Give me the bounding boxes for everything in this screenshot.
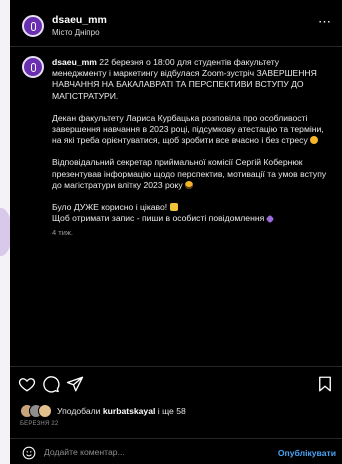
purple-heart-emoji-icon <box>265 214 274 224</box>
post-location[interactable]: Місто Дніпро <box>52 28 100 37</box>
caption-text-2: Декан факультету Лариса Курбацька розпов… <box>52 112 324 146</box>
likes-count[interactable]: і ще 58 <box>158 406 186 416</box>
comment-icon[interactable] <box>42 375 60 393</box>
likes-text[interactable]: Уподобали kurbatskayal і ще 58 <box>57 406 186 416</box>
microphone-icon <box>30 21 36 31</box>
publish-button[interactable]: Опублікувати <box>278 448 336 458</box>
caption-avatar[interactable] <box>22 56 44 78</box>
header-divider <box>10 46 342 47</box>
smile-emoji-icon <box>310 136 319 145</box>
time-ago[interactable]: 4 тиж. <box>52 227 334 238</box>
liker-username[interactable]: kurbatskayal <box>103 406 156 416</box>
caption-paragraph-2: Декан факультету Лариса Курбацька розпов… <box>52 113 334 147</box>
caption-paragraph-1: dsaeu_mm 22 березня о 18:00 для студенті… <box>52 57 334 102</box>
post-caption: dsaeu_mm 22 березня о 18:00 для студенті… <box>52 57 334 239</box>
raised-hands-emoji-icon <box>169 203 178 212</box>
likes-prefix: Уподобали <box>57 406 101 416</box>
bookmark-icon[interactable] <box>316 375 334 393</box>
emoji-icon[interactable] <box>22 446 36 460</box>
post-panel: dsaeu_mm Місто Дніпро ⋯ dsaeu_mm 22 бере… <box>10 0 342 464</box>
sunglasses-emoji-icon <box>185 180 194 189</box>
action-bar <box>18 375 334 393</box>
caption-text-5: Щоб отримати запис - пиши в особисті пов… <box>52 213 265 224</box>
likes-summary[interactable]: Уподобали kurbatskayal і ще 58 <box>20 404 186 418</box>
caption-paragraph-3: Відповідальний секретар приймальної комі… <box>52 157 334 191</box>
comment-bar: Опублікувати <box>20 445 336 461</box>
actions-divider <box>10 366 342 367</box>
post-username[interactable]: dsaeu_mm <box>52 14 107 26</box>
caption-text-4: Було ДУЖЕ корисно і цікаво! <box>52 202 168 213</box>
share-icon[interactable] <box>66 375 84 393</box>
comment-divider <box>10 438 342 439</box>
more-options-icon[interactable]: ⋯ <box>318 15 332 28</box>
post-date: БЕРЕЗНЯ 22 <box>20 421 59 427</box>
liker-avatar <box>38 404 52 418</box>
page-background-strip <box>0 0 12 464</box>
comment-input[interactable] <box>44 447 244 457</box>
heart-icon[interactable] <box>18 375 36 393</box>
caption-paragraph-4: Було ДУЖЕ корисно і цікаво! Щоб отримати… <box>52 202 334 224</box>
microphone-icon <box>30 62 36 72</box>
caption-username[interactable]: dsaeu_mm <box>52 57 97 67</box>
profile-avatar[interactable] <box>22 15 44 37</box>
